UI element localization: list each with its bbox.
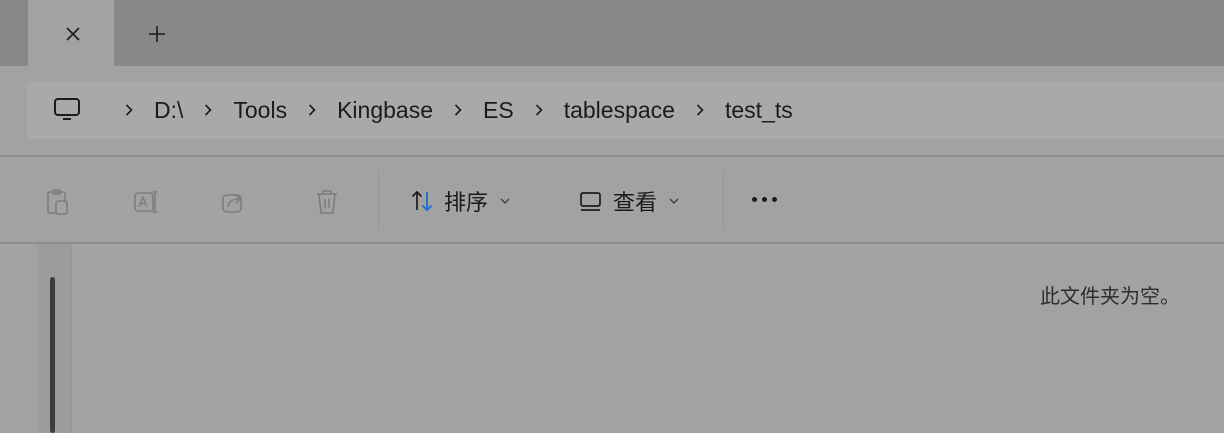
breadcrumb-item[interactable]: ES xyxy=(483,97,514,124)
breadcrumb-item[interactable]: tablespace xyxy=(564,97,675,124)
breadcrumb-separator-icon[interactable] xyxy=(119,103,139,117)
navigation-pane xyxy=(38,244,72,433)
breadcrumb-separator-icon[interactable] xyxy=(529,103,549,117)
breadcrumb-separator-icon[interactable] xyxy=(448,103,468,117)
breadcrumb-item[interactable]: D:\ xyxy=(154,97,183,124)
plus-icon xyxy=(149,26,165,42)
breadcrumb-item[interactable]: Kingbase xyxy=(337,97,433,124)
share-icon[interactable] xyxy=(221,188,247,216)
more-icon[interactable] xyxy=(752,197,777,207)
breadcrumb-item[interactable]: Tools xyxy=(233,97,287,124)
address-area: D:\ Tools Kingbase ES tablespace test_ts xyxy=(0,66,1224,156)
new-tab-button[interactable] xyxy=(145,22,169,46)
breadcrumb-item[interactable]: test_ts xyxy=(725,97,793,124)
breadcrumb-items: D:\ Tools Kingbase ES tablespace test_ts xyxy=(119,81,808,139)
breadcrumb-separator-icon[interactable] xyxy=(198,103,218,117)
empty-folder-message: 此文件夹为空。 xyxy=(1040,286,1180,308)
sort-button[interactable]: 排序 xyxy=(410,183,510,219)
chevron-down-icon xyxy=(500,197,510,205)
view-button[interactable]: 查看 xyxy=(579,183,679,219)
toolbar-divider xyxy=(378,171,379,229)
view-icon xyxy=(580,192,601,211)
chevron-down-icon xyxy=(669,197,679,205)
sort-icon xyxy=(411,190,433,212)
breadcrumb-separator-icon[interactable] xyxy=(302,103,322,117)
sort-label: 排序 xyxy=(444,190,489,215)
delete-icon[interactable] xyxy=(314,188,340,216)
view-label: 查看 xyxy=(613,190,658,215)
close-icon[interactable] xyxy=(66,27,80,41)
active-tab[interactable] xyxy=(28,0,114,66)
rename-icon[interactable] xyxy=(133,188,159,216)
toolbar-divider xyxy=(723,171,724,229)
breadcrumb[interactable]: D:\ Tools Kingbase ES tablespace test_ts xyxy=(27,81,1224,139)
command-bar: 排序 查看 xyxy=(0,157,1224,243)
paste-icon[interactable] xyxy=(45,188,71,216)
tab-strip xyxy=(0,0,1224,66)
breadcrumb-separator-icon[interactable] xyxy=(690,103,710,117)
computer-monitor-icon[interactable] xyxy=(53,97,81,123)
file-list-area: 此文件夹为空。 xyxy=(0,244,1224,433)
nav-scrollbar[interactable] xyxy=(50,277,55,433)
